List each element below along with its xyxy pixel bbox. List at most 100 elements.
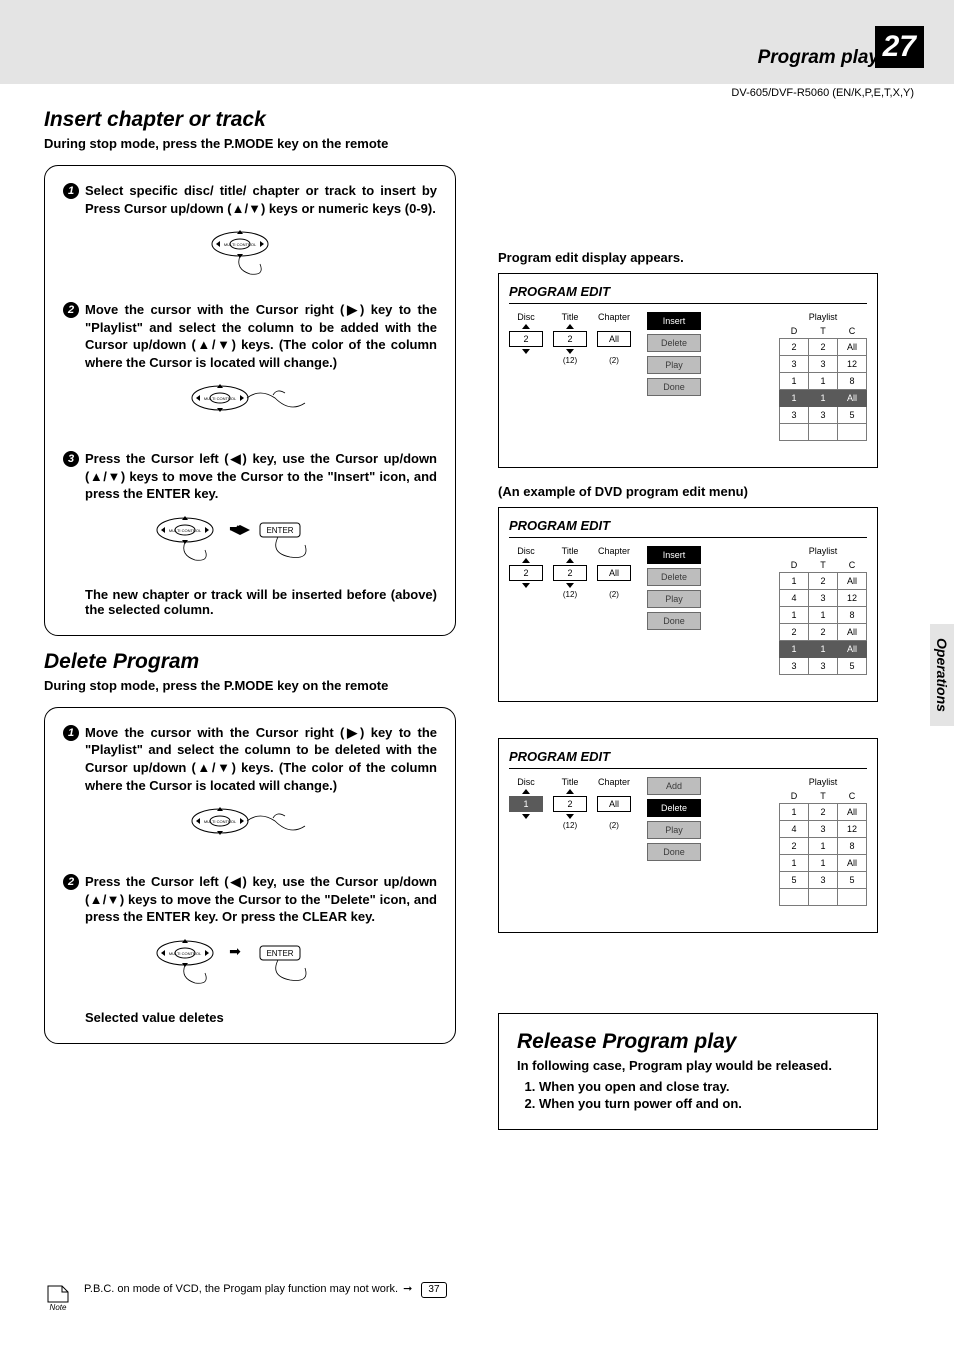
playlist-row: 535 xyxy=(780,872,867,889)
playlist-row-empty xyxy=(780,889,867,906)
step-number-1-icon: 1 xyxy=(63,725,79,741)
panel-button: Insert xyxy=(647,312,701,330)
delete-subhead: During stop mode, press the P.MODE key o… xyxy=(44,678,456,693)
multi-control-hand-icon: MULTI CONTROL xyxy=(185,383,315,428)
playlist-row: 4312 xyxy=(780,821,867,838)
disc-col: Disc 2 xyxy=(509,312,543,356)
playlist-row: 11All xyxy=(780,390,867,407)
multi-control-icon: MULTI CONTROL xyxy=(205,229,295,279)
model-code: DV-605/DVF-R5060 (EN/K,P,E,T,X,Y) xyxy=(731,87,914,99)
page-ref: 37 xyxy=(421,1282,446,1298)
arrow-right-icon: ➞ xyxy=(403,1282,412,1297)
triangle-up-icon xyxy=(522,558,530,563)
program-edit-panel-1: PROGRAM EDIT Disc 2 Title 2 (12) Chapter… xyxy=(498,273,878,468)
panel-button: Insert xyxy=(647,546,701,564)
multi-control-enter-illustration: MULTI CONTROL ➡ ENTER xyxy=(63,938,437,988)
side-tab-operations: Operations xyxy=(930,624,954,726)
release-lead: In following case, Program play would be… xyxy=(517,1058,859,1073)
panel-button: Play xyxy=(647,821,701,839)
playlist-row: 22All xyxy=(780,339,867,356)
header-bar xyxy=(0,0,954,84)
panel1-heading: Program edit display appears. xyxy=(498,250,878,265)
button-column: InsertDeletePlayDone xyxy=(647,546,701,634)
svg-text:MULTI CONTROL: MULTI CONTROL xyxy=(169,528,202,533)
playlist-row: 118 xyxy=(780,607,867,624)
playlist-row: 12All xyxy=(780,804,867,821)
delete-title: Delete Program xyxy=(44,650,456,674)
playlist: Playlist DTC 12All431211822All11All335 xyxy=(779,546,867,675)
triangle-down-icon xyxy=(566,583,574,588)
button-column: InsertDeletePlayDone xyxy=(647,312,701,400)
svg-text:MULTI CONTROL: MULTI CONTROL xyxy=(204,396,237,401)
delete-note: Selected value deletes xyxy=(85,1010,437,1025)
triangle-down-icon xyxy=(522,349,530,354)
playlist-row: 11All xyxy=(780,641,867,658)
svg-text:➡: ➡ xyxy=(229,520,241,536)
panel-button: Done xyxy=(647,378,701,396)
panel-button: Add xyxy=(647,777,701,795)
triangle-down-icon xyxy=(566,349,574,354)
release-list: When you open and close tray. When you t… xyxy=(539,1079,859,1111)
insert-step3: Press the Cursor left (◀) key, use the C… xyxy=(85,450,437,503)
delete-step2: Press the Cursor left (◀) key, use the C… xyxy=(85,873,437,926)
insert-title: Insert chapter or track xyxy=(44,108,456,132)
playlist-row: 11All xyxy=(780,855,867,872)
step-number-2-icon: 2 xyxy=(63,874,79,890)
playlist-row-empty xyxy=(780,424,867,441)
disc-col: Disc 1 xyxy=(509,777,543,821)
panel-button: Done xyxy=(647,612,701,630)
program-edit-panel-3: PROGRAM EDIT Disc 1 Title 2 (12) Chapter… xyxy=(498,738,878,933)
playlist-row: 335 xyxy=(780,407,867,424)
playlist-row: 118 xyxy=(780,373,867,390)
chapter-col: Chapter All (2) xyxy=(597,546,631,599)
svg-text:Note: Note xyxy=(50,1303,67,1312)
playlist: Playlist DTC 12All431221811All535 xyxy=(779,777,867,906)
insert-step2: Move the cursor with the Cursor right (▶… xyxy=(85,301,437,371)
button-column: AddDeletePlayDone xyxy=(647,777,701,865)
delete-steps-box: 1 Move the cursor with the Cursor right … xyxy=(44,707,456,1044)
step-number-3-icon: 3 xyxy=(63,451,79,467)
playlist-row: 4312 xyxy=(780,590,867,607)
step-number-2-icon: 2 xyxy=(63,302,79,318)
panel2-heading: (An example of DVD program edit menu) xyxy=(498,484,878,499)
right-column: Program edit display appears. PROGRAM ED… xyxy=(498,250,878,1130)
disc-col: Disc 2 xyxy=(509,546,543,590)
release-item-2: When you turn power off and on. xyxy=(539,1096,859,1111)
chapter-col: Chapter All (2) xyxy=(597,312,631,365)
footnote-text: P.B.C. on mode of VCD, the Progam play f… xyxy=(84,1282,447,1298)
panel-button: Play xyxy=(647,356,701,374)
delete-step1: Move the cursor with the Cursor right (▶… xyxy=(85,724,437,794)
chapter-col: Chapter All (2) xyxy=(597,777,631,830)
panel-title: PROGRAM EDIT xyxy=(509,749,867,769)
playlist-row: 12All xyxy=(780,573,867,590)
section-label: Program play xyxy=(758,47,879,69)
multi-control-hand-illustration: MULTI CONTROL xyxy=(63,806,437,851)
panel-button: Delete xyxy=(647,568,701,586)
left-column: Insert chapter or track During stop mode… xyxy=(44,108,456,1058)
title-col: Title 2 (12) xyxy=(553,777,587,830)
svg-text:MULTI CONTROL: MULTI CONTROL xyxy=(224,242,257,247)
multi-control-illustration: MULTI CONTROL xyxy=(63,229,437,279)
title-col: Title 2 (12) xyxy=(553,312,587,365)
triangle-up-icon xyxy=(566,324,574,329)
panel-button: Delete xyxy=(647,799,701,817)
svg-text:ENTER: ENTER xyxy=(266,949,293,958)
note-icon: Note xyxy=(44,1282,74,1317)
step-number-1-icon: 1 xyxy=(63,183,79,199)
release-item-1: When you open and close tray. xyxy=(539,1079,859,1094)
triangle-up-icon xyxy=(566,789,574,794)
svg-text:MULTI CONTROL: MULTI CONTROL xyxy=(169,951,202,956)
release-title: Release Program play xyxy=(517,1030,859,1054)
triangle-down-icon xyxy=(566,814,574,819)
page-number-badge: 27 xyxy=(875,26,924,68)
playlist-row: 22All xyxy=(780,624,867,641)
playlist-row: 3312 xyxy=(780,356,867,373)
panel-title: PROGRAM EDIT xyxy=(509,518,867,538)
playlist-row: 218 xyxy=(780,838,867,855)
title-col: Title 2 (12) xyxy=(553,546,587,599)
svg-text:➡: ➡ xyxy=(229,943,241,959)
multi-control-hand-illustration: MULTI CONTROL xyxy=(63,383,437,428)
playlist-row: 335 xyxy=(780,658,867,675)
triangle-up-icon xyxy=(522,324,530,329)
insert-note: The new chapter or track will be inserte… xyxy=(85,587,437,617)
